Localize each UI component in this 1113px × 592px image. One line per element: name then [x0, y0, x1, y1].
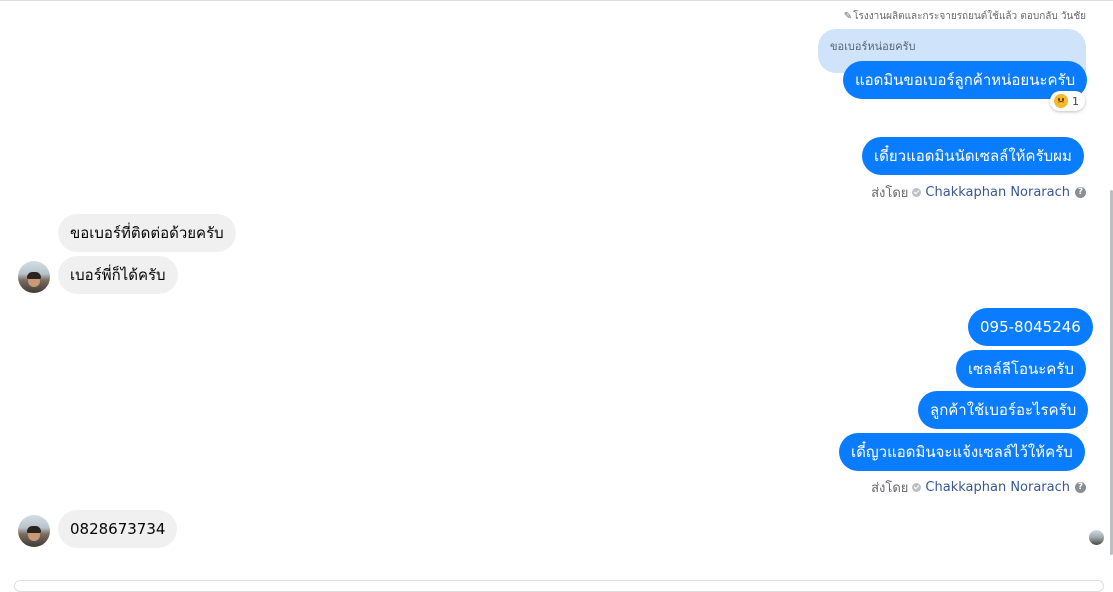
message-text: เดี๋ญวแอดมินจะแจ้งเซลล์ไว้ให้ครับ — [851, 443, 1073, 461]
outgoing-message-bubble[interactable]: เซลล์ลีโอนะครับ — [956, 350, 1086, 388]
reply-header-text: โรงงานผลิตและกระจายรถยนต์ใช้แล้ว ตอบกลับ… — [853, 11, 1086, 22]
reply-pencil-icon: ✎ — [843, 11, 853, 22]
avatar-hair — [27, 526, 41, 533]
message-text: ลูกค้าใช้เบอร์อะไรครับ — [930, 401, 1077, 419]
outgoing-message-bubble[interactable]: เดี๋ญวแอดมินจะแจ้งเซลล์ไว้ให้ครับ — [839, 433, 1085, 471]
message-text: เดี๋ยวแอดมินนัดเซลล์ให้ครับผม — [874, 147, 1072, 165]
reply-header: ✎โรงงานผลิตและกระจายรถยนต์ใช้แล้ว ตอบกลั… — [844, 9, 1086, 24]
reaction-badge[interactable]: 1 — [1050, 91, 1085, 111]
sender-name-link[interactable]: Chakkaphan Norarach — [925, 185, 1070, 200]
check-circle-icon — [912, 483, 922, 492]
contact-avatar[interactable] — [18, 515, 50, 547]
reaction-count: 1 — [1072, 94, 1079, 108]
avatar-hair — [27, 272, 41, 279]
message-text: ขอเบอร์ที่ติดต่อด้วยครับ — [70, 224, 224, 242]
message-text: 0828673734 — [70, 520, 166, 538]
outgoing-message-bubble[interactable]: แอดมินขอเบอร์ลูกค้าหน่อยนะครับ — [843, 61, 1088, 99]
incoming-message-bubble[interactable]: เบอร์พี่ก็ได้ครับ — [58, 256, 178, 294]
message-text: เบอร์พี่ก็ได้ครับ — [70, 266, 166, 284]
outgoing-message-bubble[interactable]: เดี๋ยวแอดมินนัดเซลล์ให้ครับผม — [862, 137, 1084, 175]
incoming-message-bubble[interactable]: 0828673734 — [58, 510, 178, 548]
sent-by-line: ส่งโดย Chakkaphan Norarach ? — [871, 182, 1086, 203]
incoming-message-bubble[interactable]: ขอเบอร์ที่ติดต่อด้วยครับ — [58, 214, 236, 252]
sender-name-link[interactable]: Chakkaphan Norarach — [925, 480, 1070, 495]
message-text: แอดมินขอเบอร์ลูกค้าหน่อยนะครับ — [855, 71, 1076, 89]
sent-by-prefix: ส่งโดย — [871, 186, 909, 201]
top-divider — [0, 0, 1113, 1]
question-circle-icon[interactable]: ? — [1075, 187, 1086, 198]
quoted-message-text: ขอเบอร์หน่อยครับ — [830, 40, 916, 53]
check-circle-icon — [912, 188, 922, 197]
message-composer[interactable] — [14, 580, 1104, 592]
outgoing-message-bubble[interactable]: ลูกค้าใช้เบอร์อะไรครับ — [918, 391, 1089, 429]
seen-indicator-avatar — [1089, 530, 1104, 545]
question-circle-icon[interactable]: ? — [1075, 482, 1086, 493]
outgoing-message-bubble[interactable]: 095-8045246 — [968, 308, 1093, 346]
sent-by-prefix: ส่งโดย — [871, 481, 909, 496]
contact-avatar[interactable] — [18, 261, 50, 293]
sad-face-icon — [1054, 94, 1068, 108]
message-text: 095-8045246 — [980, 318, 1081, 336]
message-text: เซลล์ลีโอนะครับ — [968, 360, 1074, 378]
sent-by-line: ส่งโดย Chakkaphan Norarach ? — [871, 477, 1086, 498]
